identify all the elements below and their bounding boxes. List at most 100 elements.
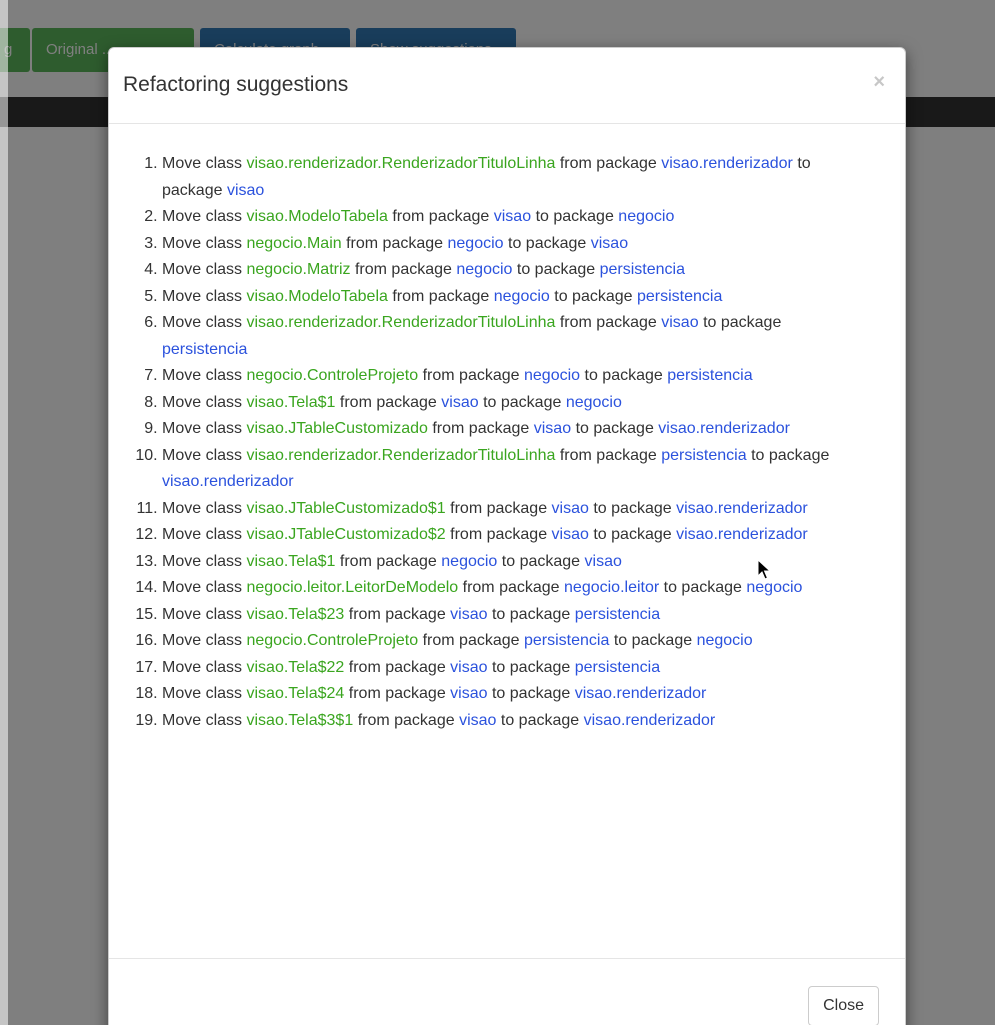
suggestion-prefix: Move class	[162, 287, 243, 305]
to-label: to package	[593, 499, 672, 517]
class-name: visao.renderizador.RenderizadorTituloLin…	[246, 155, 556, 172]
from-label: from package	[450, 499, 548, 517]
from-label: from package	[559, 446, 657, 464]
class-name: visao.renderizador.RenderizadorTituloLin…	[246, 446, 556, 464]
suggestion-item: Move class negocio.leitor.LeitorDeModelo…	[162, 575, 845, 602]
suggestion-prefix: Move class	[162, 632, 243, 649]
to-label: to package	[500, 711, 580, 729]
class-name: visao.Tela$1	[246, 393, 336, 411]
suggestion-item: Move class negocio.ControleProjeto from …	[162, 363, 845, 390]
close-button[interactable]: Close	[808, 986, 879, 1025]
suggestion-item: Move class negocio.ControleProjeto from …	[162, 628, 845, 655]
class-name: negocio.leitor.LeitorDeModelo	[246, 579, 459, 596]
suggestion-item: Move class visao.renderizador.Renderizad…	[162, 443, 845, 496]
target-package: visao.renderizador	[162, 473, 294, 490]
suggestion-prefix: Move class	[162, 685, 243, 702]
suggestion-item: Move class visao.Tela$23 from package vi…	[162, 602, 845, 629]
suggestion-prefix: Move class	[162, 234, 243, 252]
source-package: negocio.leitor	[564, 579, 660, 596]
class-name: visao.ModeloTabela	[246, 287, 388, 305]
suggestion-item: Move class visao.Tela$3$1 from package v…	[162, 708, 845, 735]
source-package: visao	[661, 314, 699, 331]
suggestion-item: Move class visao.renderizador.Renderizad…	[162, 151, 845, 204]
source-package: visao	[493, 208, 532, 225]
target-package: persistencia	[599, 261, 685, 278]
class-name: negocio.ControleProjeto	[246, 367, 419, 384]
from-label: from package	[348, 685, 446, 702]
suggestion-item: Move class visao.ModeloTabela from packa…	[162, 284, 845, 311]
from-label: from package	[354, 261, 452, 278]
source-package: negocio	[456, 261, 513, 278]
to-label: to package	[554, 287, 633, 305]
source-package: visao	[450, 605, 488, 623]
target-package: persistencia	[636, 287, 723, 305]
suggestion-item: Move class visao.Tela$22 from package vi…	[162, 655, 845, 682]
target-package: visao	[590, 234, 629, 252]
modal-footer: Close	[109, 959, 905, 1025]
from-label: from package	[392, 287, 490, 305]
to-label: to package	[491, 685, 571, 702]
close-icon[interactable]: ×	[873, 72, 885, 92]
suggestion-prefix: Move class	[162, 552, 243, 570]
to-label: to package	[516, 261, 596, 278]
target-package: visao.renderizador	[574, 685, 707, 702]
target-package: persistencia	[162, 340, 248, 358]
target-package: persistencia	[667, 367, 753, 384]
source-package: visao	[441, 393, 479, 411]
to-label: to package	[751, 446, 830, 464]
suggestion-prefix: Move class	[162, 579, 243, 596]
class-name: visao.JTableCustomizado$1	[246, 499, 446, 517]
target-package: visao.renderizador	[676, 526, 808, 543]
class-name: visao.JTableCustomizado$2	[246, 526, 446, 543]
target-package: negocio	[696, 632, 753, 649]
to-label: to package	[483, 393, 562, 411]
source-package: visao	[459, 711, 497, 729]
suggestion-item: Move class visao.JTableCustomizado$1 fro…	[162, 496, 845, 523]
from-label: from package	[462, 579, 560, 596]
target-package: persistencia	[574, 658, 661, 676]
refactoring-suggestions-modal: Refactoring suggestions × Move class vis…	[108, 47, 906, 1025]
from-label: from package	[559, 155, 657, 172]
suggestion-item: Move class visao.Tela$1 from package vis…	[162, 390, 845, 417]
class-name: visao.JTableCustomizado	[246, 420, 428, 437]
target-package: negocio	[746, 579, 803, 596]
target-package: persistencia	[574, 605, 661, 623]
suggestion-item: Move class visao.JTableCustomizado from …	[162, 416, 845, 443]
from-label: from package	[339, 552, 437, 570]
suggestion-prefix: Move class	[162, 393, 243, 411]
from-label: from package	[357, 711, 455, 729]
source-package: persistencia	[661, 446, 747, 464]
target-package: visao.renderizador	[676, 499, 808, 517]
target-package: visao.renderizador	[583, 711, 716, 729]
to-label: to package	[584, 367, 663, 384]
source-package: visao	[551, 526, 589, 543]
to-label: to package	[613, 632, 693, 649]
to-label: to package	[508, 234, 587, 252]
from-label: from package	[422, 632, 520, 649]
from-label: from package	[432, 420, 530, 437]
suggestion-prefix: Move class	[162, 314, 243, 331]
class-name: negocio.Main	[246, 234, 342, 252]
suggestion-prefix: Move class	[162, 605, 243, 623]
class-name: visao.Tela$22	[246, 658, 345, 676]
suggestion-prefix: Move class	[162, 499, 243, 517]
source-package: negocio	[493, 287, 550, 305]
from-label: from package	[450, 526, 548, 543]
to-label: to package	[663, 579, 742, 596]
from-label: from package	[348, 605, 446, 623]
from-label: from package	[339, 393, 437, 411]
suggestion-item: Move class negocio.Main from package neg…	[162, 231, 845, 258]
from-label: from package	[346, 234, 444, 252]
target-package: visao	[226, 181, 265, 199]
suggestion-prefix: Move class	[162, 526, 243, 543]
target-package: negocio	[565, 393, 622, 411]
to-label: to package	[703, 314, 782, 331]
source-package: negocio	[447, 234, 504, 252]
window-left-edge	[0, 0, 8, 1025]
from-label: from package	[422, 367, 520, 384]
class-name: visao.renderizador.RenderizadorTituloLin…	[246, 314, 556, 331]
to-label: to package	[575, 420, 654, 437]
suggestion-prefix: Move class	[162, 658, 243, 676]
class-name: negocio.ControleProjeto	[246, 632, 419, 649]
suggestion-item: Move class negocio.Matriz from package n…	[162, 257, 845, 284]
